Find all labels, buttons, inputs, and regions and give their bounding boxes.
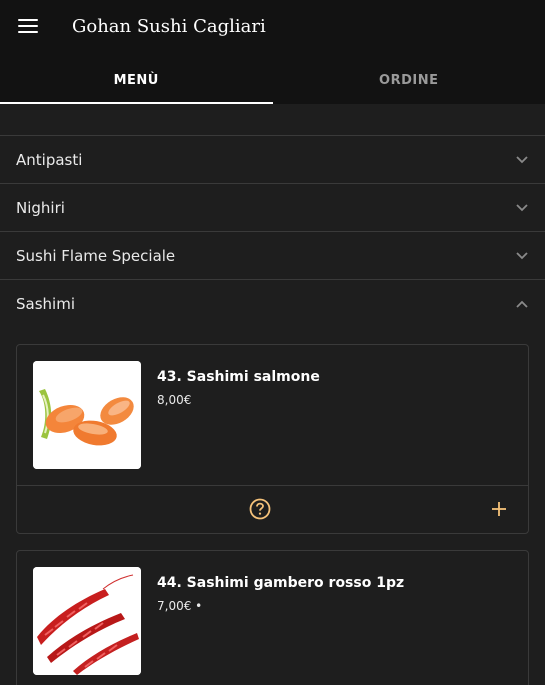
help-circle-icon[interactable] (249, 498, 271, 520)
menu-item-card: 43. Sashimi salmone 8,00€ (16, 344, 529, 534)
category-label: Sushi Flame Speciale (16, 246, 176, 265)
chevron-down-icon (515, 201, 529, 215)
tab-bar: MENÙ ORDINE (0, 56, 545, 104)
section-spacer (0, 104, 545, 136)
category-antipasti[interactable]: Antipasti (0, 136, 545, 184)
salmon-sashimi-image[interactable] (33, 361, 141, 469)
app-bar: Gohan Sushi Cagliari (0, 0, 545, 56)
category-label: Antipasti (16, 150, 83, 169)
app-title: Gohan Sushi Cagliari (72, 16, 266, 37)
item-name[interactable]: 43. Sashimi salmone (157, 369, 320, 385)
menu-content: Antipasti Nighiri Sushi Flame Speciale S… (0, 104, 545, 685)
card-actions (17, 485, 528, 533)
chevron-up-icon (515, 297, 529, 311)
item-name[interactable]: 44. Sashimi gambero rosso 1pz (157, 575, 404, 591)
red-prawn-sashimi-image[interactable] (33, 567, 141, 675)
category-sushi-flame-speciale[interactable]: Sushi Flame Speciale (0, 232, 545, 280)
tab-order[interactable]: ORDINE (273, 56, 545, 104)
hamburger-menu-icon[interactable] (18, 19, 38, 35)
item-price: 8,00€ (157, 393, 192, 407)
tab-menu[interactable]: MENÙ (0, 56, 273, 104)
category-label: Sashimi (16, 295, 75, 313)
category-label: Nighiri (16, 198, 65, 217)
category-nighiri[interactable]: Nighiri (0, 184, 545, 232)
chevron-down-icon (515, 153, 529, 167)
sashimi-items: 43. Sashimi salmone 8,00€ 44. Sashimi ga… (0, 328, 545, 685)
add-icon[interactable] (488, 498, 510, 520)
menu-item-card: 44. Sashimi gambero rosso 1pz 7,00€ • (16, 550, 529, 685)
item-price: 7,00€ • (157, 599, 203, 613)
chevron-down-icon (515, 249, 529, 263)
category-sashimi[interactable]: Sashimi (0, 280, 545, 328)
